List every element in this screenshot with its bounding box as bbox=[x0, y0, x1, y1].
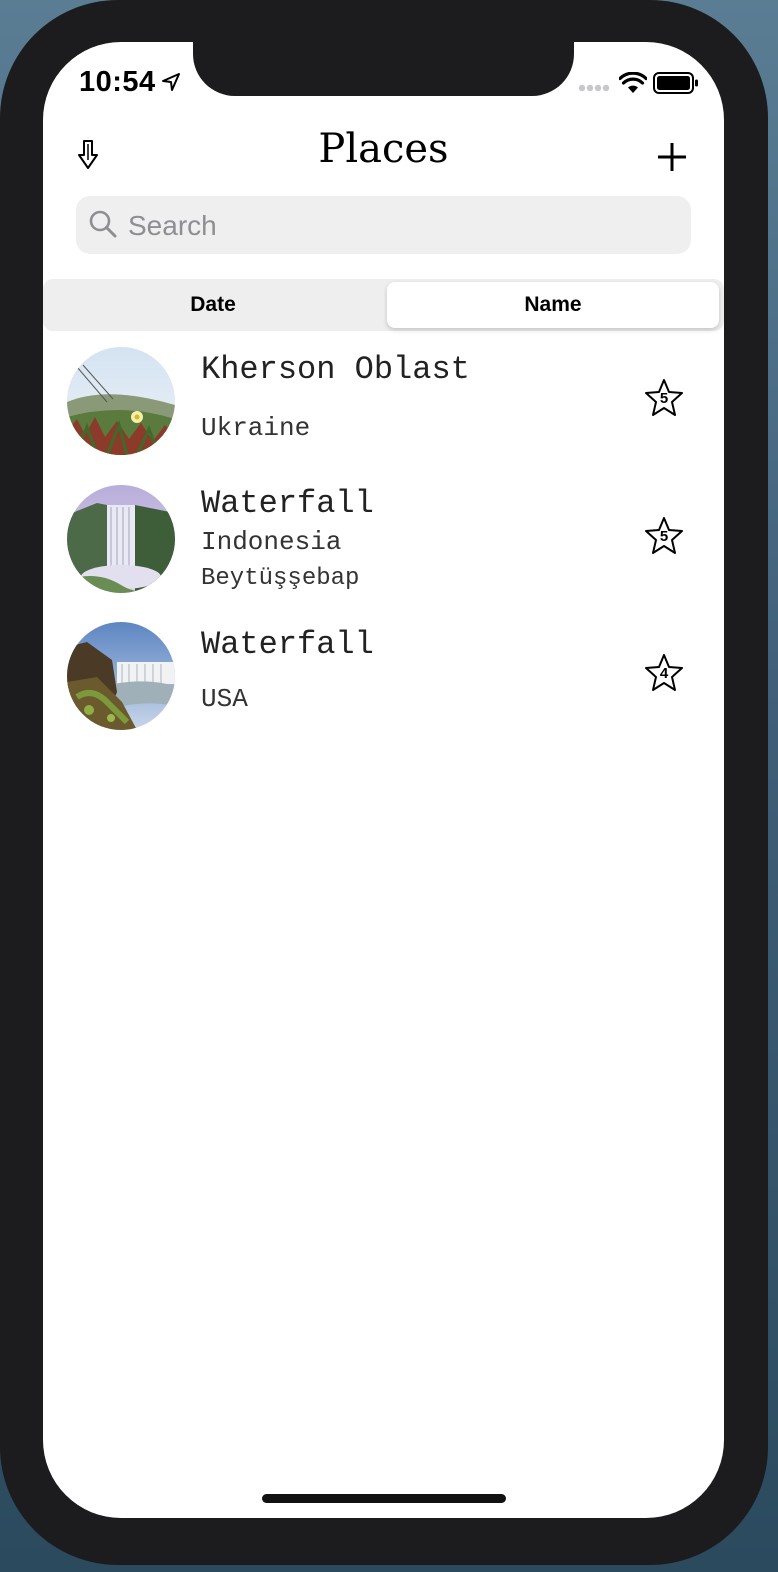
place-country: USA bbox=[201, 684, 248, 714]
search-input[interactable] bbox=[126, 196, 680, 256]
place-name: Waterfall bbox=[201, 485, 374, 522]
place-country: Ukraine bbox=[201, 413, 311, 443]
location-arrow-icon bbox=[162, 73, 180, 91]
list-item[interactable]: Waterfall USA 4 bbox=[43, 622, 724, 742]
app-screen: 10:54 Places Search Date Name Kherson Ob… bbox=[43, 42, 724, 1518]
device-notch bbox=[193, 42, 574, 96]
place-name: Kherson Oblast bbox=[201, 351, 470, 388]
place-name: Waterfall bbox=[201, 626, 374, 663]
home-indicator[interactable] bbox=[262, 1494, 506, 1503]
rating-value: 5 bbox=[659, 528, 669, 545]
wifi-icon bbox=[619, 72, 647, 93]
sort-by-name-segment[interactable]: Name bbox=[387, 282, 719, 328]
place-country: Indonesia bbox=[201, 527, 342, 557]
list-item[interactable]: Kherson Oblast Ukraine 5 bbox=[43, 347, 724, 467]
place-thumbnail bbox=[67, 485, 175, 593]
rating-star-icon: 5 bbox=[643, 515, 685, 557]
place-locality: Beytüşşebap bbox=[201, 565, 360, 592]
rating-value: 4 bbox=[659, 665, 669, 682]
page-title: Places bbox=[318, 126, 449, 172]
sort-by-date-segment[interactable]: Date bbox=[43, 282, 383, 328]
search-bar bbox=[76, 196, 691, 256]
place-thumbnail bbox=[67, 347, 175, 455]
rating-star-icon: 5 bbox=[643, 377, 685, 419]
battery-icon bbox=[653, 72, 698, 94]
search-icon bbox=[89, 210, 117, 238]
list-item[interactable]: Waterfall Indonesia Beytüşşebap 5 bbox=[43, 485, 724, 605]
rating-value: 5 bbox=[659, 390, 669, 407]
rating-star-icon: 4 bbox=[643, 652, 685, 694]
place-thumbnail bbox=[67, 622, 175, 730]
status-time: 10:54 bbox=[79, 66, 156, 98]
device-frame: 10:54 Places Search Date Name Kherson Ob… bbox=[0, 0, 768, 1565]
add-button[interactable] bbox=[655, 140, 689, 174]
cellular-signal-icon bbox=[578, 84, 610, 92]
sort-segmented-control: Date Name bbox=[43, 279, 724, 331]
